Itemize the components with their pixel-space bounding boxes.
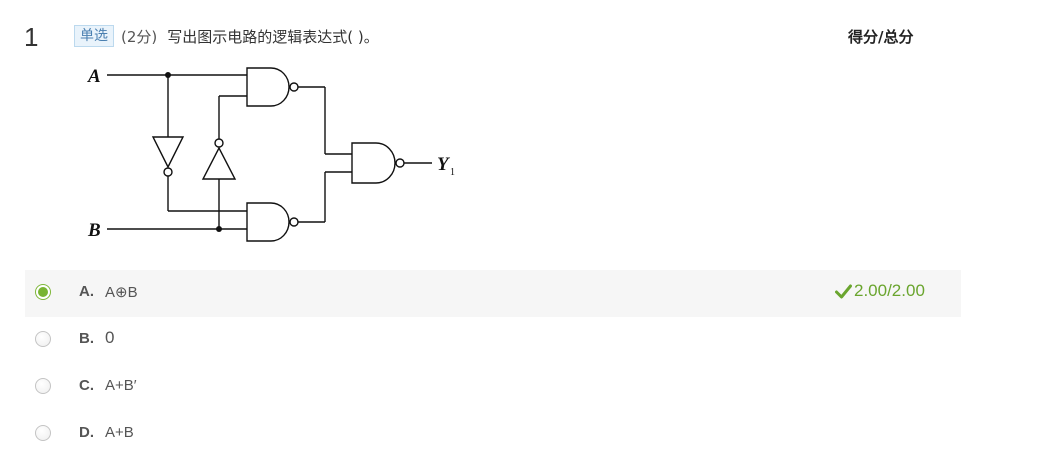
question-score: (2分)	[121, 27, 158, 46]
radio-option-b[interactable]	[35, 331, 51, 347]
nand-lower-bubble	[289, 217, 299, 227]
input-b-label: B	[87, 220, 101, 241]
option-d[interactable]: D. A+B	[25, 411, 961, 458]
option-letter: B.	[79, 330, 94, 347]
nand-gate-lower	[246, 202, 290, 242]
option-text: A+B′	[105, 377, 137, 394]
radio-option-c[interactable]	[35, 378, 51, 394]
option-letter: A.	[79, 283, 94, 300]
score-header: 得分/总分	[848, 28, 914, 46]
check-icon	[835, 284, 852, 298]
inverter-a-bubble	[163, 167, 173, 177]
option-text: A+B	[105, 424, 134, 441]
junction-b	[216, 226, 222, 232]
inverter-b-bubble	[214, 138, 224, 148]
nand-output-bubble	[395, 158, 405, 168]
option-letter: C.	[79, 377, 94, 394]
output-label: Y	[437, 154, 451, 175]
nand-gate-output	[351, 142, 396, 184]
question-number: 1	[24, 22, 39, 52]
inverter-b	[201, 146, 237, 180]
option-letter: D.	[79, 424, 94, 441]
option-text: A⊕B	[105, 284, 138, 301]
nand-gate-upper	[246, 67, 290, 107]
nand-upper-bubble	[289, 82, 299, 92]
question-text: 写出图示电路的逻辑表达式( )。	[167, 27, 379, 46]
question-type-badge: 单选	[74, 25, 114, 47]
result-score: 2.00/2.00	[835, 281, 925, 301]
option-text: 0	[105, 328, 115, 347]
option-b[interactable]: B. 0	[25, 317, 961, 364]
junction-a	[165, 72, 171, 78]
output-subscript: 1	[450, 167, 455, 178]
option-c[interactable]: C. A+B′	[25, 364, 961, 411]
radio-option-a[interactable]	[35, 284, 51, 300]
logic-circuit-diagram: A B Y 1	[87, 66, 455, 242]
radio-option-d[interactable]	[35, 425, 51, 441]
question-header: 单选 (2分) 写出图示电路的逻辑表达式( )。	[74, 25, 379, 47]
input-a-label: A	[87, 66, 101, 87]
option-a[interactable]: A. A⊕B 2.00/2.00	[25, 270, 961, 317]
inverter-a	[151, 136, 185, 169]
result-score-text: 2.00/2.00	[854, 281, 925, 300]
